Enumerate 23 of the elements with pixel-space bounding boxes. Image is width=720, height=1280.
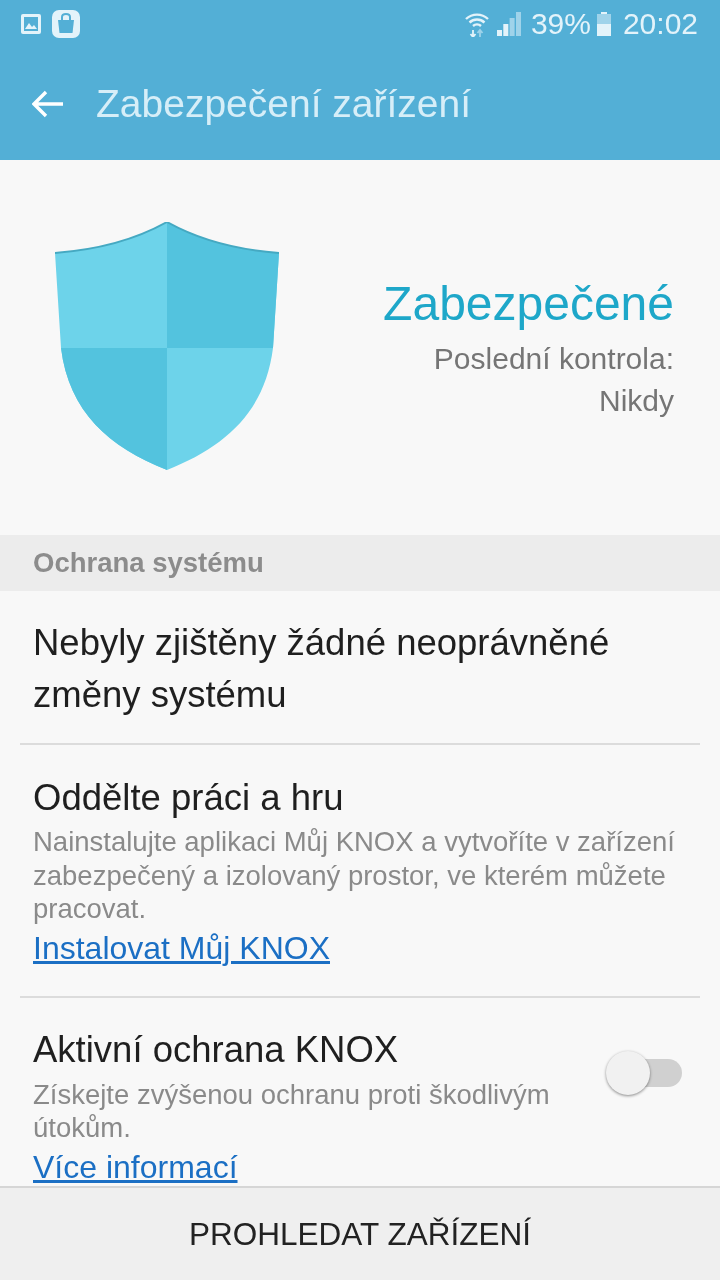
back-arrow-icon [32,90,64,118]
item-link[interactable]: Instalovat Můj KNOX [33,929,330,966]
shopping-bag-icon [52,10,80,38]
scan-device-button[interactable]: PROHLEDAT ZAŘÍZENÍ [0,1186,720,1280]
item-title: Aktivní ochrana KNOX [33,1027,399,1072]
clock: 20:02 [622,7,698,41]
gallery-icon [20,13,42,35]
item-description: Získejte zvýšenou ochranu proti škodlivým útokům. [33,1077,551,1145]
item-title: Oddělte práci a hru [33,776,344,820]
last-check-value: Nikdy [599,383,674,419]
shield-icon [55,222,279,472]
signal-icon [496,12,521,36]
item-title: Nebyly zjištěny žádné neoprávněné změny systému [33,621,611,717]
security-status: Zabezpečené [383,276,674,332]
battery-percent: 39% [530,7,591,41]
screen-title: Zabezpečení zařízení [96,81,472,127]
last-check-label: Poslední kontrola: [433,341,674,377]
back-button[interactable] [32,90,64,118]
wifi-icon [464,11,489,37]
section-header: Ochrana systému [0,535,720,591]
battery-icon [596,12,611,36]
item-link[interactable]: Více informací [33,1148,238,1185]
item-description: Nainstalujte aplikaci Můj KNOX a vytvoříte v zařízení zabezpečený a izolovaný prostor, ve kterém můžete pracovat. [33,825,676,926]
